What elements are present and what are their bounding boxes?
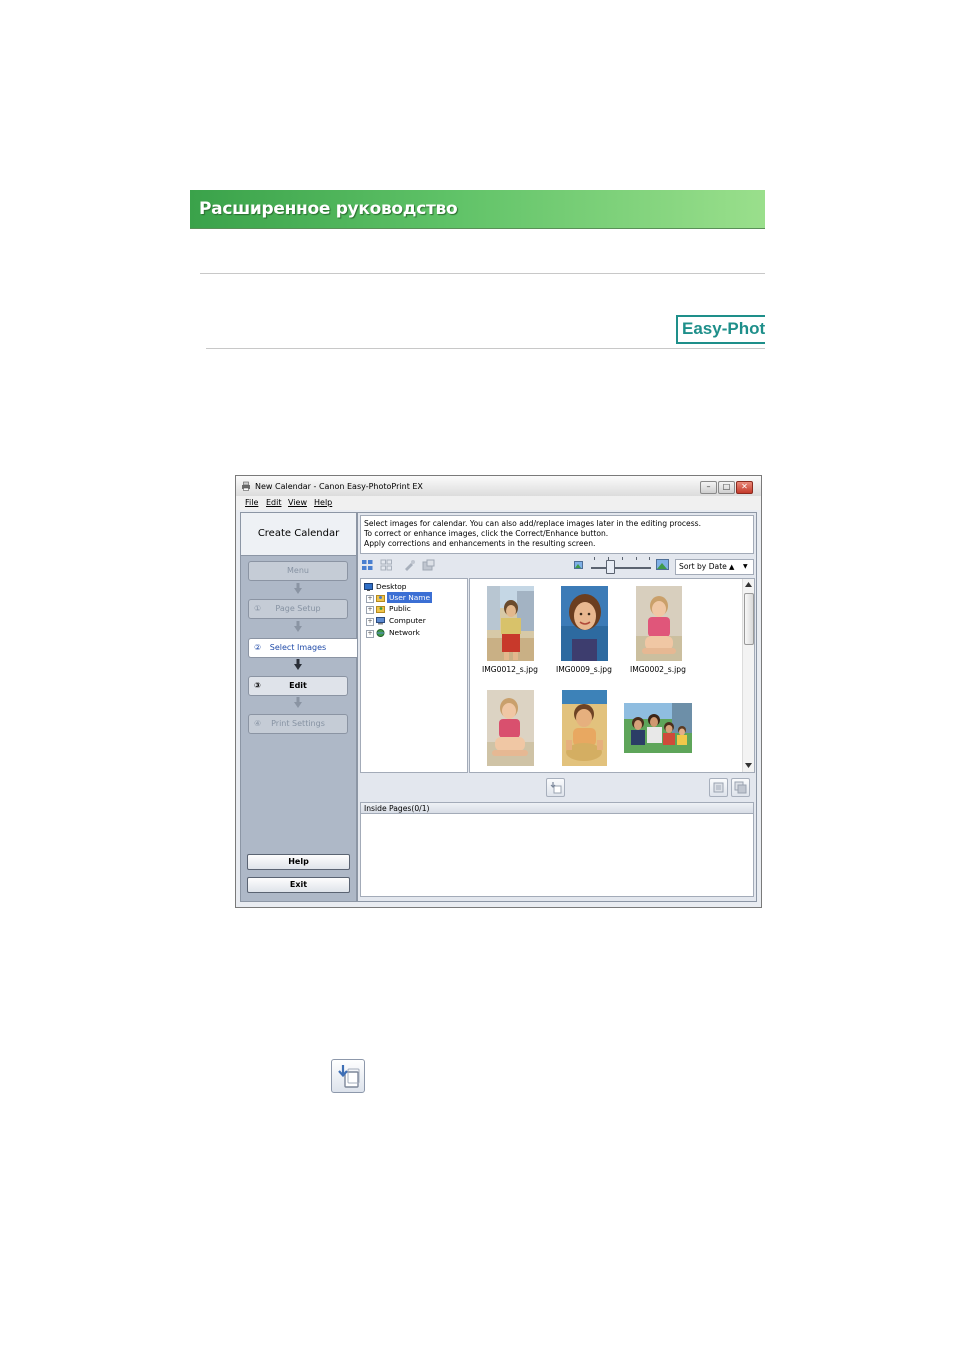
thumbnail-filename: IMG0009_s.jpg — [556, 665, 612, 674]
thumbnail-area: IMG0012_s.jpg IMG0009_s.jpg IMG0002_s.jp… — [469, 578, 755, 773]
deselect-all-icon[interactable] — [380, 559, 393, 571]
add-image-icon — [338, 1065, 360, 1088]
thumbnail-filename: IMG0002_s.jpg — [630, 665, 686, 674]
add-image-icon — [550, 782, 562, 794]
expand-icon[interactable]: + — [366, 630, 374, 638]
public-folder-icon — [376, 606, 385, 613]
image-info-icon[interactable] — [422, 559, 435, 571]
help-button[interactable]: Help — [247, 854, 350, 870]
arrow-down-icon — [294, 583, 302, 594]
folder-tree: Desktop + User Name + Public + Computer … — [360, 578, 468, 773]
remove-image-icon — [713, 782, 724, 793]
menu-file[interactable]: File — [245, 498, 258, 507]
tree-item-computer[interactable]: Computer — [389, 615, 426, 626]
step-page-setup[interactable]: ① Page Setup — [248, 599, 348, 619]
sort-label: Sort by Date — [679, 562, 727, 571]
desktop-icon — [364, 583, 373, 591]
instruction-line: To correct or enhance images, click the … — [364, 529, 609, 538]
inside-pages-header: Inside Pages(0/1) — [361, 803, 753, 814]
instructions-box: Select images for calendar. You can also… — [360, 515, 754, 554]
window-titlebar: New Calendar - Canon Easy-PhotoPrint EX … — [236, 476, 761, 497]
small-image-icon — [574, 561, 583, 569]
computer-icon — [376, 617, 385, 625]
tree-item-network[interactable]: Network — [389, 627, 420, 638]
divider-bottom — [206, 348, 765, 349]
expand-icon[interactable]: + — [366, 606, 374, 614]
header-banner: Расширенное руководство — [190, 190, 765, 229]
add-image-button-illustration — [331, 1059, 365, 1093]
menu-button[interactable]: Menu — [248, 561, 348, 581]
maximize-button[interactable]: □ — [718, 481, 735, 494]
remove-image-button[interactable] — [709, 778, 728, 797]
network-icon — [376, 629, 385, 637]
close-button[interactable]: ✕ — [736, 481, 753, 494]
zoom-tick — [622, 557, 623, 560]
photo-thumbnail[interactable] — [562, 690, 607, 766]
scroll-down-icon[interactable] — [745, 763, 752, 768]
correct-enhance-icon[interactable] — [403, 559, 416, 571]
panel-heading: Create Calendar — [241, 513, 356, 556]
minimize-button[interactable]: – — [700, 481, 717, 494]
add-image-button[interactable] — [546, 778, 565, 797]
tree-item-public[interactable]: Public — [389, 603, 411, 614]
sort-dropdown[interactable]: Sort by Date ▲ ▼ — [675, 559, 754, 575]
scroll-up-icon[interactable] — [745, 582, 752, 587]
product-logo: Easy-PhotoPrint EX — [676, 315, 765, 344]
vertical-scrollbar[interactable] — [742, 579, 754, 772]
page-title: Расширенное руководство — [199, 199, 458, 219]
arrow-down-icon — [294, 659, 302, 670]
expand-icon[interactable]: + — [366, 595, 374, 603]
inside-pages-area: Inside Pages(0/1) — [360, 802, 754, 897]
photo-thumbnail[interactable] — [487, 690, 534, 766]
step-label: Page Setup — [275, 604, 321, 613]
steps-panel: Create Calendar Menu ① Page Setup ② Sele… — [240, 512, 357, 902]
product-logo-text: Easy-PhotoPrint EX — [682, 319, 765, 338]
app-window: New Calendar - Canon Easy-PhotoPrint EX … — [235, 475, 762, 908]
zoom-tick — [636, 557, 637, 560]
exit-button[interactable]: Exit — [247, 877, 350, 893]
zoom-slider-track[interactable] — [591, 567, 651, 569]
thumbnail-filename: IMG0012_s.jpg — [482, 665, 538, 674]
tree-item-desktop[interactable]: Desktop — [376, 581, 406, 592]
zoom-tick — [594, 557, 595, 560]
step-edit[interactable]: ③ Edit — [248, 676, 348, 696]
step-select-images[interactable]: ② Select Images — [248, 638, 357, 658]
step-label: Edit — [289, 681, 307, 690]
chevron-down-icon[interactable]: ▼ — [743, 560, 748, 574]
step-print-settings[interactable]: ④ Print Settings — [248, 714, 348, 734]
window-title: New Calendar - Canon Easy-PhotoPrint EX — [255, 482, 423, 491]
photo-thumbnail[interactable] — [487, 586, 534, 661]
photo-thumbnail[interactable] — [636, 586, 682, 661]
arrow-down-icon — [294, 697, 302, 708]
remove-all-button[interactable] — [731, 778, 750, 797]
photo-thumbnail[interactable] — [561, 586, 608, 661]
menu-view[interactable]: View — [288, 498, 307, 507]
step-label: Select Images — [269, 643, 327, 652]
select-all-icon[interactable] — [361, 559, 374, 571]
remove-all-icon — [734, 781, 747, 794]
content-panel: Select images for calendar. You can also… — [357, 512, 757, 902]
menu-bar: File Edit View Help — [236, 496, 761, 510]
menu-edit[interactable]: Edit — [266, 498, 282, 507]
divider-top — [200, 273, 765, 274]
printer-app-icon — [242, 481, 250, 491]
large-image-icon — [656, 559, 669, 570]
scrollbar-thumb[interactable] — [744, 593, 754, 645]
zoom-tick — [649, 557, 650, 560]
instruction-line: Select images for calendar. You can also… — [364, 519, 702, 528]
tree-item-user-name[interactable]: User Name — [387, 592, 432, 603]
instruction-line: Apply corrections and enhancements in th… — [364, 539, 596, 548]
zoom-slider-handle[interactable] — [606, 560, 615, 574]
menu-help[interactable]: Help — [314, 498, 332, 507]
user-folder-icon — [376, 595, 385, 602]
photo-thumbnail[interactable] — [624, 703, 692, 753]
sort-ascending-icon[interactable]: ▲ — [729, 560, 734, 574]
step-label: Print Settings — [271, 719, 325, 728]
arrow-down-icon — [294, 621, 302, 632]
expand-icon[interactable]: + — [366, 618, 374, 626]
